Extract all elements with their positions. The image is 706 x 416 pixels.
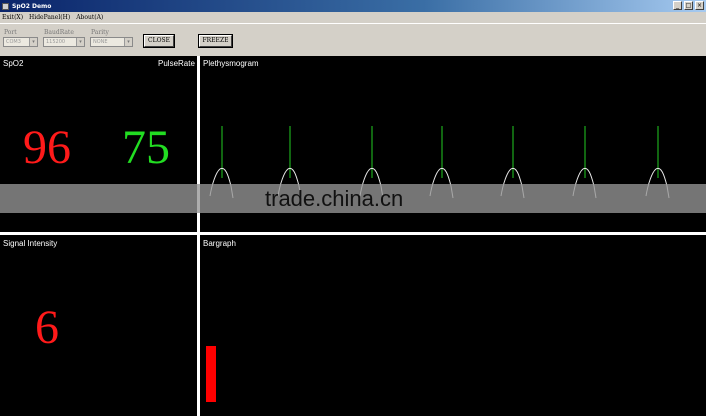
watermark-banner: trade.china.cn xyxy=(0,184,706,213)
pulserate-value: 75 xyxy=(122,121,170,174)
close-button[interactable]: CLOSE xyxy=(143,34,175,48)
parity-value: NONE xyxy=(93,39,108,45)
minimize-button[interactable]: _ xyxy=(673,1,682,10)
spo2-value: 96 xyxy=(23,121,71,174)
menu-hidepanel[interactable]: HidePanel(H) xyxy=(29,14,70,21)
parity-label: Parity xyxy=(91,29,109,36)
port-label: Port xyxy=(4,29,17,36)
toolbar: Port COM3 ▾ BaudRate 115200 ▾ Parity NON… xyxy=(0,23,706,56)
baudrate-label: BaudRate xyxy=(44,29,74,36)
app-icon xyxy=(2,2,9,10)
watermark-text: trade.china.cn xyxy=(265,186,404,211)
menu-about[interactable]: About(A) xyxy=(76,14,103,21)
bargraph-title: Bargraph xyxy=(203,239,236,248)
bargraph-bar xyxy=(206,346,216,402)
window-title: SpO2 Demo xyxy=(12,2,52,10)
chevron-down-icon: ▾ xyxy=(29,38,37,46)
signal-intensity-panel: Signal Intensity 6 xyxy=(0,235,197,416)
menu-bar: Exit(X) HidePanel(H) About(A) xyxy=(0,12,706,23)
menu-exit[interactable]: Exit(X) xyxy=(2,14,23,21)
chevron-down-icon: ▾ xyxy=(76,38,84,46)
pulserate-title: PulseRate xyxy=(158,59,195,68)
freeze-button[interactable]: FREEZE xyxy=(198,34,233,48)
spo2-title: SpO2 xyxy=(3,59,24,68)
signal-intensity-title: Signal Intensity xyxy=(3,239,58,248)
baudrate-select[interactable]: 115200 ▾ xyxy=(43,37,85,47)
close-window-button[interactable]: × xyxy=(695,1,704,10)
title-bar: SpO2 Demo _ □ × xyxy=(0,0,706,12)
vertical-divider xyxy=(197,56,200,416)
bargraph-panel: Bargraph xyxy=(201,235,706,416)
port-value: COM3 xyxy=(6,39,21,45)
signal-intensity-value: 6 xyxy=(35,301,59,354)
baudrate-value: 115200 xyxy=(46,39,66,45)
maximize-button[interactable]: □ xyxy=(684,1,693,10)
port-select[interactable]: COM3 ▾ xyxy=(3,37,38,47)
parity-select[interactable]: NONE ▾ xyxy=(90,37,133,47)
chevron-down-icon: ▾ xyxy=(124,38,132,46)
